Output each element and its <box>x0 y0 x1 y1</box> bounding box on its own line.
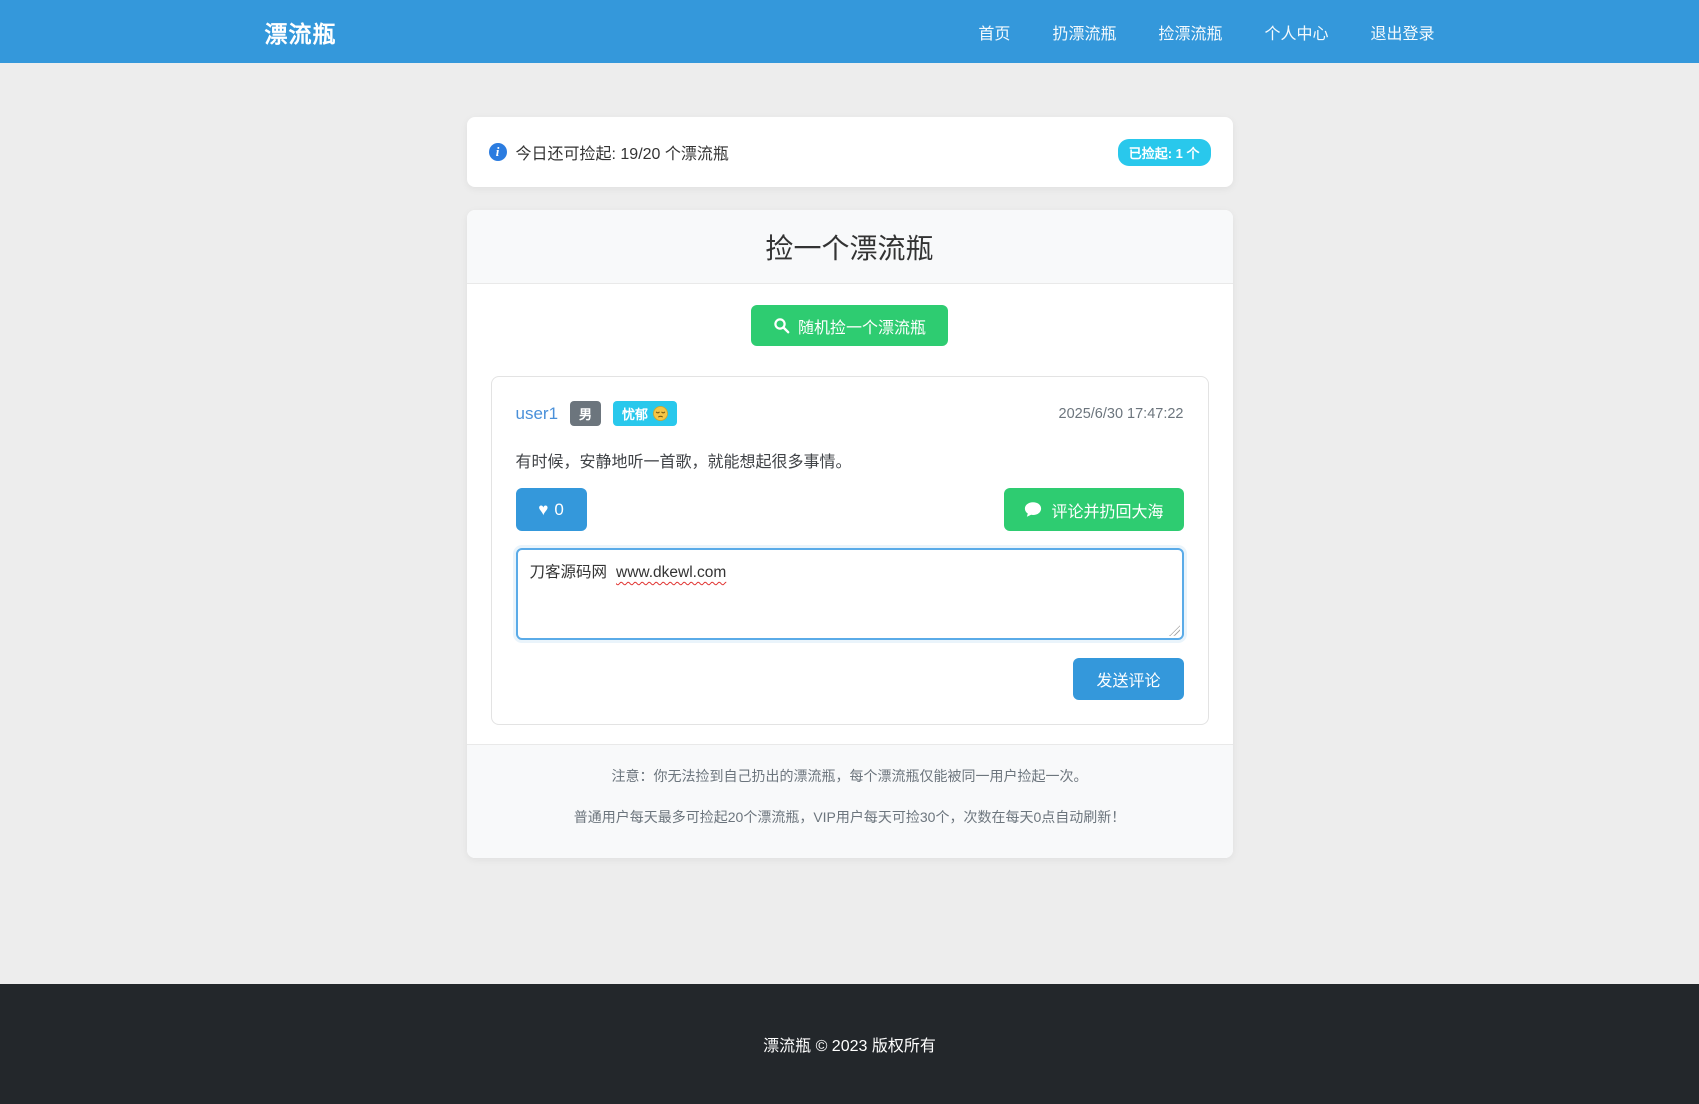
random-pick-label: 随机捡一个漂流瓶 <box>797 319 926 337</box>
brand-logo[interactable]: 漂流瓶 <box>265 15 337 49</box>
mood-badge: 忧郁 <box>613 401 678 426</box>
pensive-face-icon <box>653 406 668 421</box>
like-button[interactable]: ♥ 0 <box>515 488 587 531</box>
copyright-text: 漂流瓶 © 2023 版权所有 <box>763 1038 936 1055</box>
nav-item-logout[interactable]: 退出登录 <box>1349 20 1434 44</box>
note-line: 注意：你无法捡到自己扔出的漂流瓶，每个漂流瓶仅能被同一用户捡起一次。 <box>611 768 1088 784</box>
picked-count-badge: 已捡起: 1 个 <box>1117 138 1211 166</box>
send-comment-button[interactable]: 发送评论 <box>1073 658 1184 700</box>
note-line: 普通用户每天最多可捡起20个漂流瓶，VIP用户每天可捡30个，次数在每天0点自动… <box>573 809 1126 825</box>
pick-bottle-card: 捡一个漂流瓶 随机捡一个漂流瓶 user1 男 忧郁 2025/6/30 17:… <box>466 210 1233 858</box>
bottle-timestamp: 2025/6/30 17:47:22 <box>1058 405 1184 422</box>
mood-label: 忧郁 <box>622 407 649 422</box>
like-count: 0 <box>554 499 564 519</box>
random-pick-button[interactable]: 随机捡一个漂流瓶 <box>750 305 948 346</box>
comment-input[interactable]: 刀客源码网 www.dkewl.com <box>515 548 1184 640</box>
comment-draft-text: 刀客源码网 <box>529 564 608 581</box>
nav-item-pick-bottle[interactable]: 捡漂流瓶 <box>1137 20 1243 44</box>
comment-bubble-icon <box>1025 502 1042 517</box>
nav-links: 首页 扔漂流瓶 捡漂流瓶 个人中心 退出登录 <box>957 20 1434 44</box>
gender-badge: 男 <box>570 401 602 426</box>
bottle-content: 有时候，安静地听一首歌，就能想起很多事情。 <box>515 454 852 471</box>
comment-draft-url: www.dkewl.com <box>616 564 727 581</box>
quota-text: 今日还可捡起: 19/20 个漂流瓶 <box>515 146 729 163</box>
bottle-card: user1 男 忧郁 2025/6/30 17:47:22 有时候，安静地听一首… <box>490 376 1209 725</box>
card-footer-notes: 注意：你无法捡到自己扔出的漂流瓶，每个漂流瓶仅能被同一用户捡起一次。 普通用户每… <box>466 744 1233 858</box>
card-body: 随机捡一个漂流瓶 user1 男 忧郁 2025/6/30 17:47:22 有… <box>467 284 1233 744</box>
comment-throw-back-label: 评论并扔回大海 <box>1051 503 1164 521</box>
heart-icon: ♥ <box>538 500 549 519</box>
page-title: 捡一个漂流瓶 <box>765 232 934 264</box>
quota-card: i 今日还可捡起: 19/20 个漂流瓶 已捡起: 1 个 <box>466 117 1233 187</box>
nav-item-home[interactable]: 首页 <box>957 20 1031 44</box>
page: 漂流瓶 首页 扔漂流瓶 捡漂流瓶 个人中心 退出登录 i 今日还可捡起: 19/… <box>0 0 1699 1104</box>
comment-throw-back-button[interactable]: 评论并扔回大海 <box>1004 488 1184 531</box>
info-icon: i <box>488 143 507 161</box>
card-header: 捡一个漂流瓶 <box>466 210 1233 284</box>
navbar: 漂流瓶 首页 扔漂流瓶 捡漂流瓶 个人中心 退出登录 <box>0 0 1699 63</box>
bottle-username-link[interactable]: user1 <box>516 404 559 424</box>
site-footer: 漂流瓶 © 2023 版权所有 <box>0 984 1699 1104</box>
search-icon <box>774 318 790 334</box>
nav-item-throw-bottle[interactable]: 扔漂流瓶 <box>1031 20 1137 44</box>
textarea-resize-handle[interactable] <box>1168 625 1180 636</box>
nav-item-profile[interactable]: 个人中心 <box>1243 20 1349 44</box>
